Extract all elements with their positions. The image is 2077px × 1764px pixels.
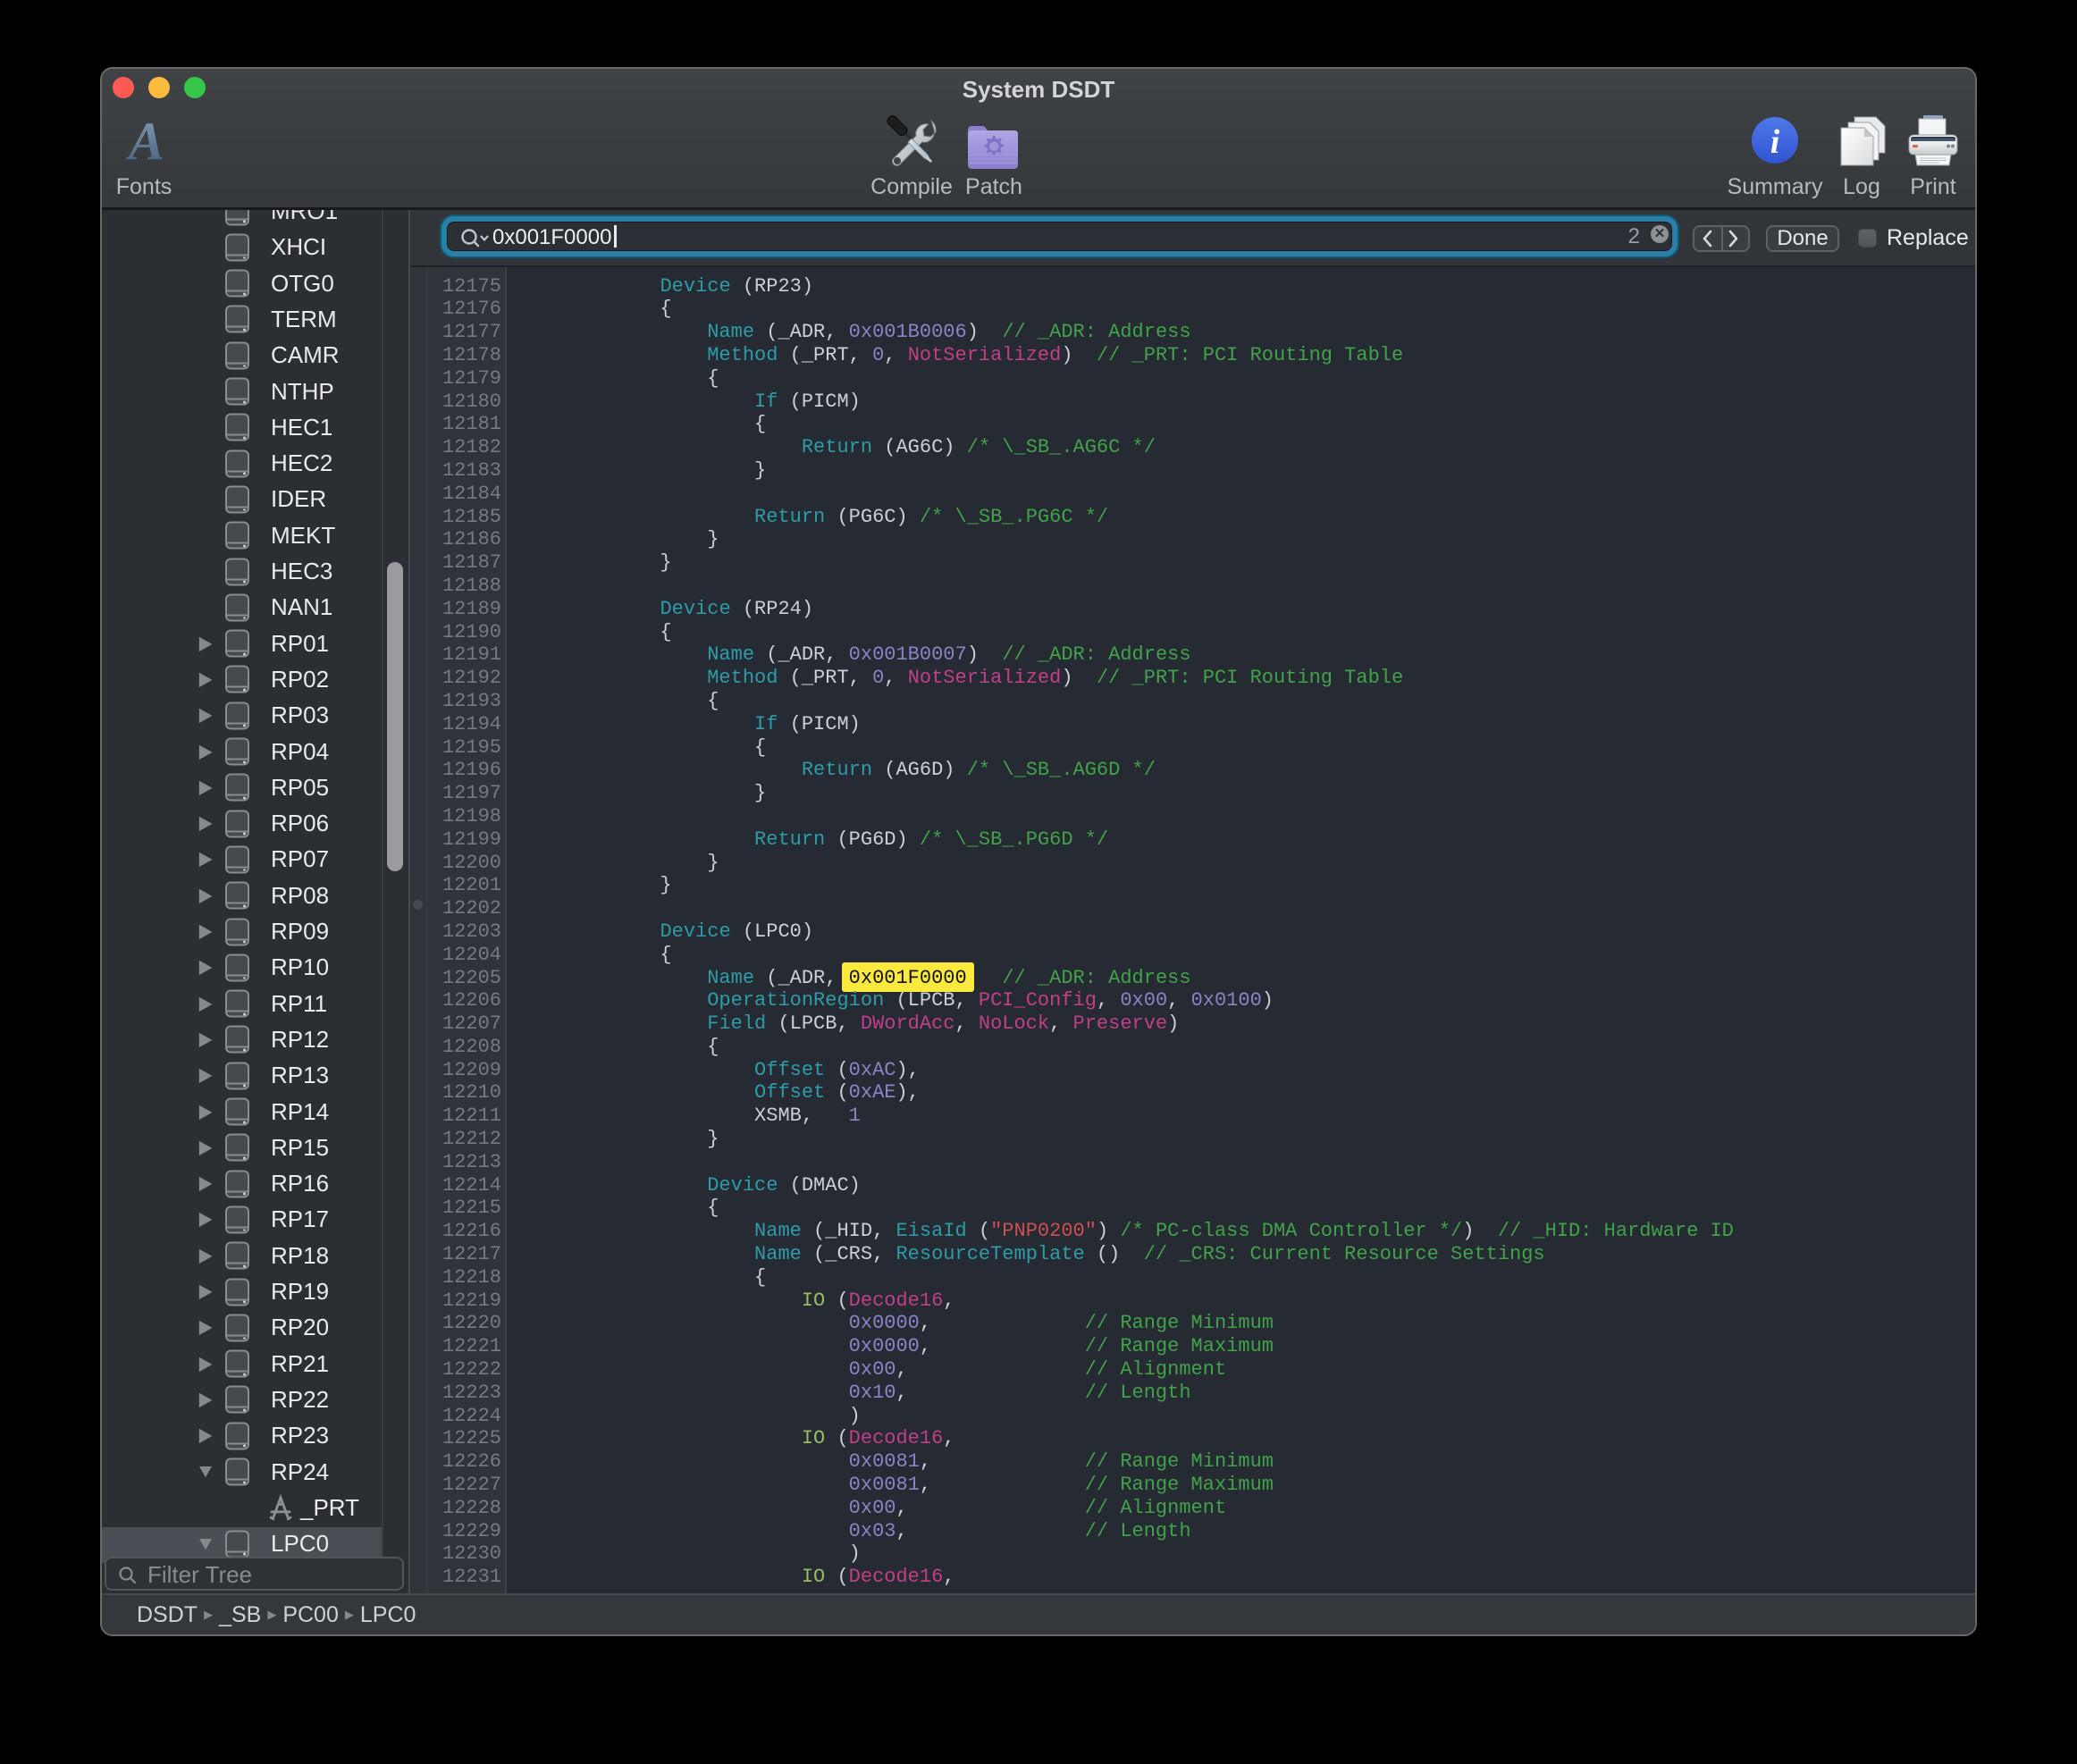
svg-text:i: i (1770, 123, 1780, 161)
